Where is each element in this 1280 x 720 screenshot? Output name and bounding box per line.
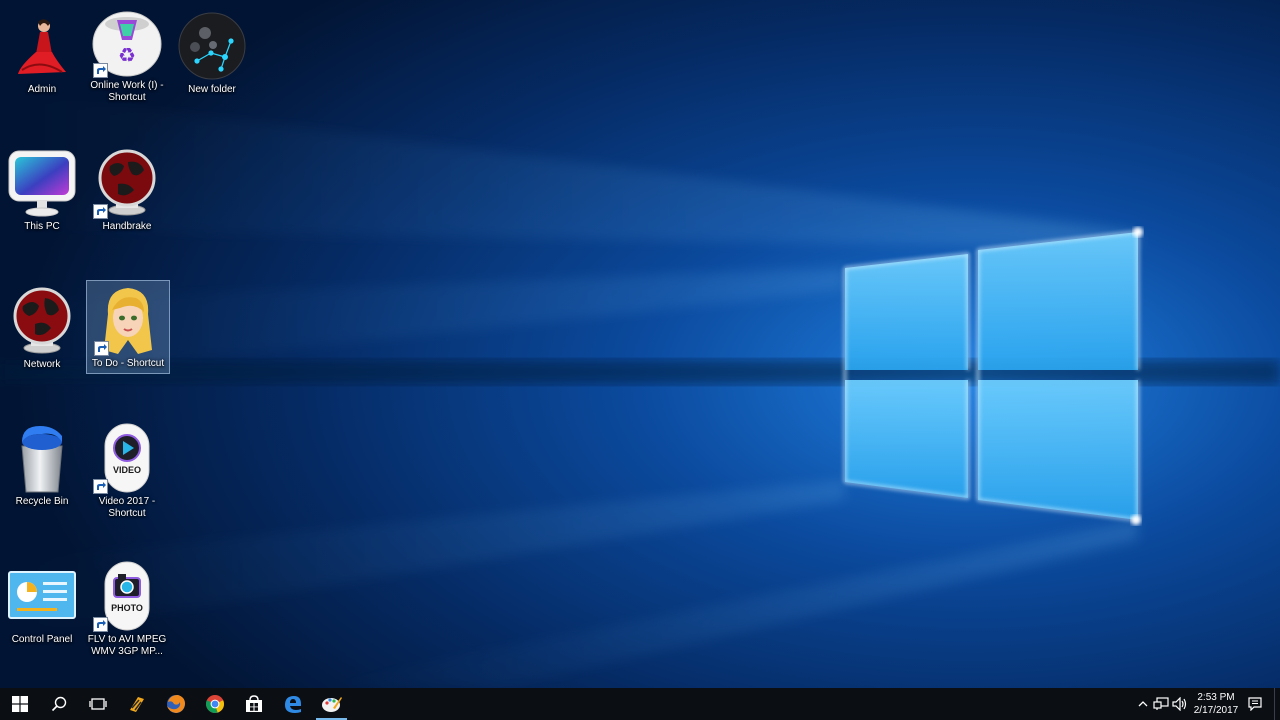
desktop-icon-label: Video 2017 - Shortcut	[98, 496, 156, 519]
desktop-icon-label: Network	[23, 359, 61, 370]
edge-icon	[284, 696, 301, 713]
shortcut-arrow-icon	[94, 341, 109, 356]
desktop-icon-new-folder[interactable]: New folder	[170, 6, 254, 100]
task-view-button[interactable]	[78, 688, 117, 720]
monitor-icon	[8, 150, 76, 217]
shortcut-arrow-icon	[93, 617, 108, 632]
desktop-icon-this-pc[interactable]: This PC	[0, 143, 84, 237]
video-badge-text: VIDEO	[113, 465, 141, 475]
shortcut-arrow-icon	[93, 479, 108, 494]
chevron-up-icon	[1138, 701, 1148, 707]
desktop-icon-label: This PC	[24, 221, 60, 232]
desktop-icon-to-do[interactable]: To Do - Shortcut	[86, 280, 170, 374]
desktop-icon-label: Handbrake	[102, 221, 152, 232]
system-tray: 2:53 PM 2/17/2017	[1134, 688, 1280, 720]
video-app-icon: VIDEO	[104, 423, 150, 493]
network-globe-icon	[13, 287, 71, 354]
taskbar-firefox[interactable]	[156, 688, 195, 720]
action-center-icon	[1248, 697, 1262, 711]
desktop-icon-label: New folder	[188, 84, 236, 95]
windows-start-icon	[11, 696, 28, 712]
recycle-bin-icon	[21, 426, 63, 493]
store-icon	[245, 695, 262, 712]
clock-date: 2/17/2017	[1193, 705, 1239, 716]
taskbar-paint[interactable]	[312, 688, 351, 720]
network-icon	[1153, 697, 1169, 710]
network-tray-button[interactable]	[1152, 688, 1170, 720]
desktop-icon-label: FLV to AVI MPEG WMV 3GP MP...	[87, 634, 167, 657]
task-view-icon	[88, 698, 107, 710]
desktop-icon-label: To Do - Shortcut	[91, 358, 165, 369]
desktop-icon-admin[interactable]: Admin	[0, 6, 84, 100]
search-button[interactable]	[39, 688, 78, 720]
volume-tray-button[interactable]	[1170, 688, 1190, 720]
photo-app-icon: PHOTO	[104, 561, 150, 631]
desktop-icon-label: Control Panel	[11, 634, 73, 645]
taskbar-pinned-app[interactable]	[117, 688, 156, 720]
desktop-icon-control-panel[interactable]: Control Panel	[0, 556, 84, 650]
control-panel-icon	[8, 571, 76, 619]
desktop-icon-label: Online Work (I) - Shortcut	[90, 80, 164, 103]
taskbar-clock[interactable]: 2:53 PM 2/17/2017	[1190, 691, 1242, 717]
firefox-icon	[166, 695, 185, 713]
pinned-app-icon	[129, 697, 144, 712]
taskbar-edge[interactable]	[273, 688, 312, 720]
desktop-icon-label: Recycle Bin	[15, 496, 69, 507]
folder-orb-icon	[178, 12, 246, 80]
taskbar: 2:53 PM 2/17/2017	[0, 688, 1280, 720]
action-center-button[interactable]	[1242, 688, 1268, 720]
desktop-icon-flv-to-avi[interactable]: PHOTO FLV to AVI MPEG WMV 3GP MP...	[85, 556, 169, 657]
desktop-wallpaper	[0, 0, 1280, 688]
desktop-icon-online-work[interactable]: ♻ Online Work (I) - Shortcut	[85, 6, 169, 103]
desktop-icon-recycle-bin[interactable]: Recycle Bin	[0, 418, 84, 512]
paint-icon	[321, 697, 342, 712]
show-desktop-button[interactable]	[1274, 688, 1280, 720]
clock-time: 2:53 PM	[1197, 692, 1235, 703]
svg-text:♻: ♻	[118, 43, 136, 67]
desktop-icon-handbrake[interactable]: Handbrake	[85, 143, 169, 237]
shortcut-arrow-icon	[93, 63, 108, 78]
desktop-icon-network[interactable]: Network	[0, 281, 84, 375]
photo-badge-text: PHOTO	[111, 603, 143, 613]
search-icon	[51, 696, 66, 712]
chrome-icon	[205, 695, 224, 713]
desktop-icon-video-2017[interactable]: VIDEO Video 2017 - Shortcut	[85, 418, 169, 519]
taskbar-chrome[interactable]	[195, 688, 234, 720]
desktop-icon-label: Admin	[27, 84, 57, 95]
start-button[interactable]	[0, 688, 39, 720]
admin-avatar-icon	[18, 19, 66, 74]
shortcut-arrow-icon	[93, 204, 108, 219]
volume-icon	[1172, 697, 1187, 711]
show-hidden-icons-button[interactable]	[1134, 688, 1152, 720]
taskbar-store[interactable]	[234, 688, 273, 720]
